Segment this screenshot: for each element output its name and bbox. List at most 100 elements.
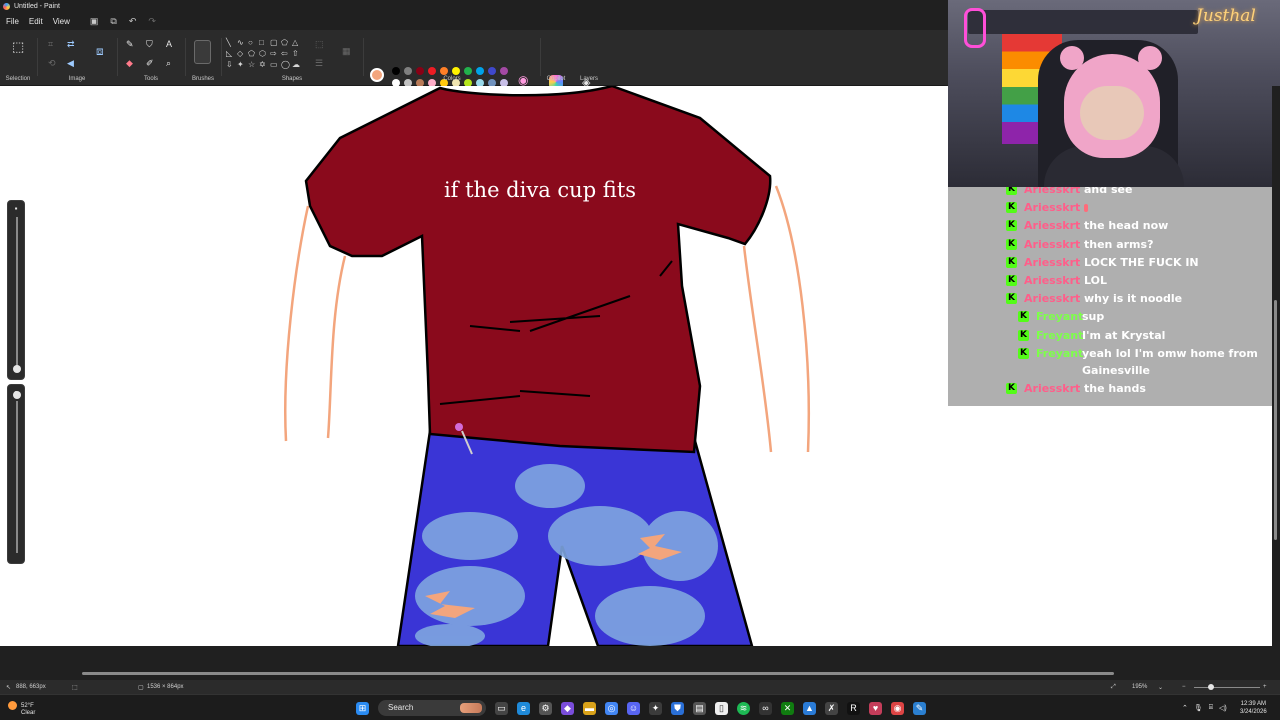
image-select-icon[interactable]: ⧈ xyxy=(96,45,104,57)
chat-username[interactable]: Ariesskrt xyxy=(1024,254,1080,271)
spotify-icon[interactable]: ≋ xyxy=(737,701,750,715)
share-icon[interactable]: ⧉ xyxy=(110,16,116,27)
edge-icon[interactable]: e xyxy=(517,701,530,715)
horizontal-scrollbar[interactable] xyxy=(82,672,1114,675)
webcam-overlay: Justhal xyxy=(948,0,1280,187)
taskbar-search-label: Search xyxy=(388,703,414,712)
fit-to-window-icon[interactable]: ⤢ xyxy=(1111,684,1116,691)
file-explorer-icon[interactable]: ▬ xyxy=(583,701,596,715)
undo-icon[interactable]: ↶ xyxy=(129,16,137,27)
chat-text: and see xyxy=(1084,187,1133,196)
kick-badge-icon: K xyxy=(1006,187,1017,195)
chat-text: the hands xyxy=(1084,382,1146,395)
chat-username[interactable]: Ariesskrt xyxy=(1024,272,1080,289)
resize-icon[interactable]: ⇄ xyxy=(67,39,75,49)
chat-text: LOCK THE FUCK IN xyxy=(1084,255,1199,269)
volume-icon[interactable]: ◁) xyxy=(1219,704,1227,712)
chat-username[interactable]: Ariesskrt xyxy=(1024,380,1080,397)
photos-icon[interactable]: ▲ xyxy=(803,701,816,715)
redo-icon[interactable]: ↷ xyxy=(148,16,156,27)
zoom-slider[interactable] xyxy=(1194,684,1260,690)
task-view-icon[interactable]: ▭ xyxy=(495,701,508,715)
layers-group-label: Layers xyxy=(579,76,598,82)
pants-button xyxy=(455,423,463,431)
selection-icon[interactable]: ⬚ xyxy=(12,40,24,53)
xbox-icon[interactable]: ✕ xyxy=(781,701,794,715)
chat-username[interactable]: Ariesskrt xyxy=(1024,290,1080,307)
chat-username[interactable]: Freyant xyxy=(1036,345,1083,362)
copilot-group-label: Copilot xyxy=(546,76,566,82)
vertical-scrollbar-thumb[interactable] xyxy=(1274,300,1277,540)
vertical-scrollbar[interactable] xyxy=(1272,86,1280,646)
brush-size-slider[interactable]: ▪ xyxy=(7,200,25,380)
chat-username[interactable]: Ariesskrt xyxy=(1024,199,1080,216)
zoom-level[interactable]: 195% xyxy=(1132,684,1147,690)
network-icon[interactable]: ⌸ xyxy=(1209,704,1213,712)
microphone-icon[interactable]: 🎙 xyxy=(1194,704,1203,712)
weather-widget[interactable]: 52°F Clear xyxy=(8,701,35,717)
right-arm-outer xyxy=(774,185,811,453)
paint-taskbar-icon[interactable]: ✎ xyxy=(913,701,926,715)
chat-username[interactable]: Ariesskrt xyxy=(1024,187,1080,198)
shapes-group: Shapes xyxy=(222,30,362,86)
right-arm-inner xyxy=(742,245,773,453)
cursor-icon: ↖ xyxy=(6,685,12,691)
opacity-track xyxy=(16,401,18,553)
chat-username[interactable]: Freyant xyxy=(1036,327,1083,344)
image-group-label: Image xyxy=(68,76,86,82)
taskbar-apps: ⊞ Search ▭ e ⚙ ◆ ▬ ◎ ☺ ✦ ⛊ ▤ ▯ ≋ ∞ ✕ ▲ ✗… xyxy=(356,700,926,716)
tray-chevron-icon[interactable]: ⌃ xyxy=(1182,704,1188,712)
zoom-slider-thumb[interactable] xyxy=(1208,684,1214,690)
opacity-thumb[interactable] xyxy=(13,391,21,399)
text-icon[interactable]: A xyxy=(166,39,172,49)
flip-icon[interactable]: ◀ xyxy=(67,58,74,68)
menu-file[interactable]: File xyxy=(6,17,19,26)
app-icon-5[interactable]: R xyxy=(847,701,860,715)
zoom-in-icon[interactable]: + xyxy=(1263,684,1267,690)
fill-icon[interactable]: ⛉ xyxy=(146,39,153,49)
tools-group-label: Tools xyxy=(143,76,158,82)
title-bar: Untitled - Paint xyxy=(0,0,948,12)
color-picker-icon[interactable]: ✐ xyxy=(146,58,154,68)
magnifier-icon[interactable]: ⌕ xyxy=(166,58,171,68)
brush-size-thumb[interactable] xyxy=(13,365,21,373)
chrome-icon[interactable]: ◎ xyxy=(605,701,618,715)
defender-icon[interactable]: ⛊ xyxy=(671,701,684,715)
kick-badge-icon: K xyxy=(1006,256,1017,268)
left-arm-inner xyxy=(326,255,347,439)
menu-bar: File Edit View ▣ ⧉ ↶ ↷ xyxy=(0,12,948,30)
chat-username[interactable]: Ariesskrt xyxy=(1024,217,1080,234)
app-icon-3[interactable]: ∞ xyxy=(759,701,772,715)
clock[interactable]: 12:39 AM 3/24/2026 xyxy=(1240,700,1267,716)
taskbar-search[interactable]: Search xyxy=(378,700,486,716)
pencil-icon[interactable]: ✎ xyxy=(126,39,134,49)
opacity-slider[interactable]: ● xyxy=(7,384,25,564)
chat-username[interactable]: Ariesskrt xyxy=(1024,236,1080,253)
crop-icon[interactable]: ⌗ xyxy=(48,39,53,49)
weather-temp: 52°F xyxy=(21,703,34,710)
eraser-icon[interactable]: ◆ xyxy=(126,58,133,68)
app-icon-2[interactable]: ✦ xyxy=(649,701,662,715)
rotate-icon[interactable]: ⟲ xyxy=(48,58,56,68)
settings-icon[interactable]: ⚙ xyxy=(539,701,552,715)
brushes-group-label: Brushes xyxy=(191,76,214,82)
menu-edit[interactable]: Edit xyxy=(29,17,43,26)
zoom-out-icon[interactable]: − xyxy=(1182,684,1186,690)
discord-icon[interactable]: ☺ xyxy=(627,701,640,715)
zoom-dropdown-icon[interactable]: ⌄ xyxy=(1158,684,1163,691)
app-icon-4[interactable]: ✗ xyxy=(825,701,838,715)
chat-text: the head now xyxy=(1084,219,1169,233)
kick-badge-icon: K xyxy=(1006,293,1017,305)
app-icon-6[interactable]: ♥ xyxy=(869,701,882,715)
chat-username[interactable]: Freyant xyxy=(1036,308,1083,325)
app-icon-7[interactable]: ◉ xyxy=(891,701,904,715)
menu-view[interactable]: View xyxy=(53,17,70,26)
clock-time: 12:39 AM xyxy=(1240,701,1267,707)
save-icon[interactable]: ▣ xyxy=(90,16,99,27)
app-icon[interactable]: ◆ xyxy=(561,701,574,715)
notepad-icon[interactable]: ▯ xyxy=(715,701,728,715)
chat-text: LOL xyxy=(1084,274,1107,287)
shirt xyxy=(304,86,772,454)
start-icon[interactable]: ⊞ xyxy=(356,701,369,715)
store-icon[interactable]: ▤ xyxy=(693,701,706,715)
